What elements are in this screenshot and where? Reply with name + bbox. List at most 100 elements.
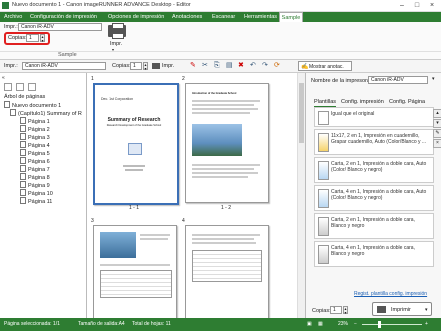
tree-page[interactable]: Página 2: [20, 125, 50, 133]
ribbon-copies-input[interactable]: 1: [26, 34, 39, 42]
register-template-link[interactable]: Regist. plantilla config. impresión: [354, 291, 427, 297]
collapse-left-icon[interactable]: «: [2, 75, 7, 81]
move-up-icon[interactable]: ▴: [433, 109, 441, 118]
zoom-in-icon[interactable]: +: [425, 321, 428, 327]
text-line: [192, 108, 258, 110]
tree-page[interactable]: Página 11: [20, 197, 52, 205]
copies-spinner[interactable]: ▴ ▾: [40, 34, 45, 43]
ribbon-panel: Impr.: Canon iR-ADV Copias: 1 ▴ ▾ Impr. ▾…: [0, 22, 441, 60]
template-icon: [318, 161, 329, 180]
page-subtitle-text: Research Development of the Graduate Sch…: [106, 124, 162, 127]
redo-icon[interactable]: ↷: [262, 62, 270, 70]
tree-page[interactable]: Página 3: [20, 133, 50, 141]
close-button[interactable]: ×: [426, 1, 438, 10]
page-header-text: Introduction of the Graduate School: [192, 92, 237, 95]
setting-template[interactable]: 11x17, 2 en 1, Impresión en cuadernillo,…: [314, 129, 434, 155]
setting-template[interactable]: Igual que el original: [314, 107, 434, 127]
toolbar-printer-label: Impr.:: [4, 63, 18, 69]
setting-template[interactable]: Carta, 2 en 1, Impresión a doble cara, B…: [314, 213, 434, 239]
zoom-out-icon[interactable]: −: [354, 321, 357, 327]
right-copies-spinner[interactable]: ▴ ▾: [343, 306, 348, 315]
move-down-icon[interactable]: ▾: [433, 119, 441, 128]
delete-icon[interactable]: ×: [433, 139, 441, 148]
tree-page[interactable]: Página 4: [20, 141, 50, 149]
add-page-icon[interactable]: [16, 83, 24, 91]
tab-herramientas[interactable]: Herramientas: [244, 12, 277, 22]
page-thumbnail[interactable]: Introduction of the Graduate School: [185, 83, 269, 203]
tab-anotaciones[interactable]: Anotaciones: [172, 12, 202, 22]
tree-page[interactable]: Página 7: [20, 165, 50, 173]
toolbar-copies-input[interactable]: 1: [130, 62, 142, 70]
printer-name-label: Nombre de la impresora:: [311, 78, 372, 84]
edit-icon[interactable]: ✎: [433, 129, 441, 138]
copy-icon[interactable]: ⎘: [214, 62, 222, 70]
page-thumbnail[interactable]: [93, 225, 177, 320]
tab-plantillas[interactable]: Plantillas: [314, 99, 337, 107]
tree-page[interactable]: Página 5: [20, 149, 50, 157]
setting-template-label: Carta, 2 en 1, Impresión a doble cara, A…: [331, 161, 427, 173]
preview-scrollbar[interactable]: [297, 73, 305, 318]
text-line: [192, 104, 254, 106]
view-single-icon[interactable]: ▣: [307, 321, 312, 327]
tab-config-impresion[interactable]: Configuración de impresión: [30, 12, 97, 22]
tab-config-impresion-right[interactable]: Config. impresión: [341, 99, 384, 105]
toolbar-printer-icon[interactable]: [152, 63, 160, 69]
printer-icon[interactable]: [108, 23, 126, 39]
template-icon: [318, 217, 329, 236]
move-page-icon[interactable]: [28, 83, 36, 91]
setting-template[interactable]: Carta, 2 en 1, Impresión a doble cara, A…: [314, 157, 434, 183]
chapter-icon: [10, 109, 16, 116]
print-toolbar: Impr.: Canon iR-ADV Copias: 1 ▴ ▾ Impr. ✎…: [0, 60, 441, 73]
zoom-slider[interactable]: [362, 324, 422, 325]
tab-escanear[interactable]: Escanear: [212, 12, 235, 22]
page-icon: [20, 133, 26, 140]
scrollbar-thumb[interactable]: [299, 83, 304, 143]
tree-page[interactable]: Página 1: [20, 117, 50, 125]
setting-template-label: Carta, 4 en 1, Impresión a doble cara, B…: [331, 245, 415, 257]
page-tree-pane: « Árbol de páginas Nuevo documento 1 (Ca…: [0, 73, 87, 318]
setting-template[interactable]: Carta, 4 en 1, Impresión a doble cara, A…: [314, 185, 434, 211]
paste-icon[interactable]: ▤: [226, 62, 234, 70]
minimize-button[interactable]: –: [396, 1, 408, 10]
page-thumbnail[interactable]: Dec. 1st Corporation Summary of Research…: [93, 83, 179, 205]
annotate-icon[interactable]: ✎: [190, 62, 198, 70]
page-icon: [20, 125, 26, 132]
tree-page[interactable]: Página 8: [20, 173, 50, 181]
toolbar-print-label[interactable]: Impr.: [162, 63, 174, 69]
page-caption: 1 - 2: [221, 205, 232, 211]
table-image: [192, 250, 262, 282]
page-number-label: 3: [91, 218, 94, 224]
delete-icon[interactable]: ✖: [238, 62, 246, 70]
tree-document[interactable]: Nuevo documento 1: [4, 101, 61, 109]
print-settings-pane: Nombre de la impresora: Canon iR-ADV ▾ P…: [305, 73, 441, 318]
ribbon-printer-select[interactable]: Canon iR-ADV: [18, 23, 102, 31]
page-icon: [20, 157, 26, 164]
print-button[interactable]: Imprimir ▾: [372, 302, 432, 316]
rotate-icon[interactable]: ⟳: [274, 62, 282, 70]
right-copies-input[interactable]: 1: [330, 306, 342, 314]
tab-config-pagina[interactable]: Config. Página: [389, 99, 425, 105]
new-folder-icon[interactable]: [4, 83, 12, 91]
cut-icon[interactable]: ✂: [202, 62, 210, 70]
tree-page[interactable]: Página 9: [20, 181, 50, 189]
text-line: [192, 238, 254, 240]
maximize-button[interactable]: □: [411, 1, 423, 10]
view-multi-icon[interactable]: ▦: [318, 321, 323, 327]
show-annotations-button[interactable]: ✍ Mostrar anotac.: [298, 61, 352, 71]
tree-page[interactable]: Página 6: [20, 157, 50, 165]
toolbar-copies-spinner[interactable]: ▴ ▾: [143, 62, 148, 71]
printer-name-select[interactable]: Canon iR-ADV: [368, 76, 428, 84]
tab-archivo[interactable]: Archivo: [4, 12, 22, 22]
tree-chapter[interactable]: (Capítulo1) Summary of R: [10, 109, 82, 117]
photo-image: [192, 124, 242, 156]
printer-icon: [377, 306, 386, 313]
tab-opciones-impresion[interactable]: Opciones de impresión: [108, 12, 164, 22]
page-thumbnail[interactable]: [185, 225, 269, 320]
page-number-label: 4: [182, 218, 185, 224]
setting-template[interactable]: Carta, 4 en 1, Impresión a doble cara, B…: [314, 241, 434, 267]
zoom-slider-thumb[interactable]: [378, 321, 381, 328]
pane-menu-icon[interactable]: ▾: [432, 76, 435, 82]
undo-icon[interactable]: ↶: [250, 62, 258, 70]
tree-page[interactable]: Página 10: [20, 189, 53, 197]
toolbar-printer-select[interactable]: Canon iR-ADV: [22, 62, 106, 70]
